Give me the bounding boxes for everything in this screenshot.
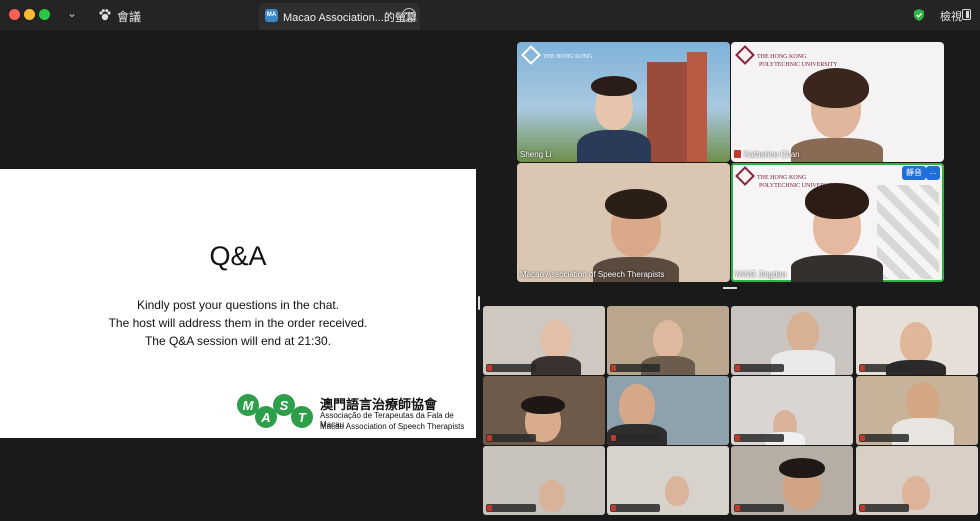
- background-pattern: [877, 185, 939, 279]
- participant-name: YANG Jingdan: [734, 270, 787, 279]
- meeting-label[interactable]: 會議: [117, 8, 141, 25]
- participant-face: [539, 480, 565, 512]
- participant-body: [531, 356, 581, 375]
- mic-muted-icon: [611, 505, 616, 511]
- video-tile-sheng-li[interactable]: THE HONG KONG Sheng Li: [517, 42, 730, 162]
- paw-meeting-icon: [99, 9, 111, 21]
- mast-logo: M A S T: [237, 394, 313, 428]
- name-label: [486, 434, 536, 442]
- mic-muted-icon: [611, 365, 616, 371]
- mast-letter: S: [280, 398, 289, 413]
- participant-hair: [591, 76, 637, 96]
- mic-muted-icon: [735, 435, 740, 441]
- gallery-resize-handle[interactable]: [723, 287, 737, 289]
- name-label: [486, 364, 536, 372]
- video-tile-katherine-chan[interactable]: THE HONG KONG POLYTECHNIC UNIVERSITY Kath…: [731, 42, 944, 162]
- mic-muted-icon: [860, 505, 865, 511]
- participant-hair: [605, 189, 667, 219]
- gallery-video-tile[interactable]: [856, 306, 978, 375]
- mute-participant-button[interactable]: 靜音: [902, 166, 926, 180]
- chevron-down-icon[interactable]: ⌄: [67, 6, 77, 20]
- name-label: [610, 504, 660, 512]
- gallery-video-tile[interactable]: [483, 376, 605, 445]
- panel-resize-handle[interactable]: [478, 296, 480, 310]
- name-label: [734, 504, 784, 512]
- shared-screen-slide: Q&A Kindly post your questions in the ch…: [0, 169, 476, 438]
- participant-body: [791, 255, 883, 282]
- participant-face: [900, 322, 932, 362]
- name-label: [610, 434, 660, 442]
- participant-face: [787, 312, 819, 352]
- mic-muted-icon: [735, 505, 740, 511]
- minimize-window-button[interactable]: [24, 9, 35, 20]
- mic-muted-icon: [735, 365, 740, 371]
- mic-muted-icon: [860, 435, 865, 441]
- gallery-video-tile[interactable]: [483, 306, 605, 375]
- gallery-video-tile[interactable]: [731, 306, 853, 375]
- participant-name: Macao Association of Speech Therapists: [520, 270, 665, 279]
- view-layout-icon[interactable]: [962, 9, 971, 20]
- more-options-icon[interactable]: •••: [402, 8, 416, 22]
- mic-muted-icon: [487, 365, 492, 371]
- mic-muted-icon: [487, 505, 492, 511]
- gallery-video-tile[interactable]: [607, 446, 729, 515]
- participant-name: Katherine Chan: [734, 150, 800, 159]
- tab-title: Macao Association...的螢幕: [283, 12, 417, 24]
- name-label: [734, 434, 784, 442]
- participant-hair: [805, 183, 869, 219]
- gallery-video-tile[interactable]: [731, 446, 853, 515]
- slide-line: Kindly post your questions in the chat.: [136, 298, 340, 312]
- tab-badge: MA: [265, 9, 278, 22]
- mast-letter: T: [298, 410, 307, 425]
- view-label[interactable]: 檢視: [940, 8, 962, 24]
- participant-hair: [803, 68, 869, 108]
- gallery-video-tile[interactable]: [856, 376, 978, 445]
- participant-face: [541, 320, 571, 358]
- participant-more-button[interactable]: ...: [926, 166, 940, 180]
- gallery-video-tile[interactable]: [607, 306, 729, 375]
- mic-muted-icon: [734, 150, 741, 158]
- participant-name: Sheng Li: [520, 150, 552, 159]
- slide-line: The host will address them in the order …: [108, 316, 368, 330]
- maximize-window-button[interactable]: [39, 9, 50, 20]
- screen-share-tab[interactable]: MA Macao Association...的螢幕 •••: [259, 3, 420, 30]
- participant-hair: [521, 396, 565, 414]
- mic-muted-icon: [487, 435, 492, 441]
- logo-english-name: Macao Association of Speech Therapists: [320, 422, 465, 431]
- participant-body: [577, 130, 651, 162]
- gallery-video-tile[interactable]: [607, 376, 729, 445]
- gallery-video-tile[interactable]: [731, 376, 853, 445]
- polyu-logo: THE HONG KONG POLYTECHNIC UNIVERSITY: [735, 45, 838, 69]
- mast-letter: M: [243, 398, 255, 413]
- participant-body: [791, 138, 883, 162]
- name-label: [859, 434, 909, 442]
- name-label: [859, 504, 909, 512]
- gallery-video-tile[interactable]: [483, 446, 605, 515]
- participant-face: [906, 382, 940, 422]
- name-label: [486, 504, 536, 512]
- name-label: [859, 364, 909, 372]
- mast-letter: A: [260, 410, 270, 425]
- polyu-logo: THE HONG KONG: [521, 45, 592, 65]
- gallery-video-tile[interactable]: [856, 446, 978, 515]
- video-tile-yang-jingdan[interactable]: THE HONG KONG POLYTECHNIC UNIVERSITY YANG…: [731, 163, 944, 282]
- name-label: [734, 364, 784, 372]
- shield-check-icon[interactable]: [912, 8, 926, 22]
- mic-muted-icon: [611, 435, 616, 441]
- video-tile-mast[interactable]: Macao Association of Speech Therapists: [517, 163, 730, 282]
- close-window-button[interactable]: [9, 9, 20, 20]
- slide-title: Q&A: [209, 241, 267, 271]
- slide-line: The Q&A session will end at 21:30.: [144, 334, 332, 348]
- title-bar: ⌄ 會議 MA Macao Association...的螢幕 ••• 檢視: [0, 0, 980, 30]
- participant-hair: [779, 458, 825, 478]
- participant-face: [653, 320, 683, 358]
- mic-muted-icon: [860, 365, 865, 371]
- participant-face: [665, 476, 689, 506]
- name-label: [610, 364, 660, 372]
- participant-face: [619, 384, 655, 428]
